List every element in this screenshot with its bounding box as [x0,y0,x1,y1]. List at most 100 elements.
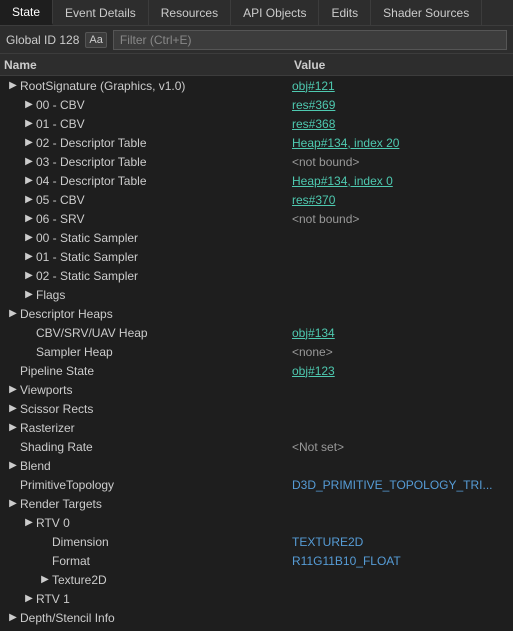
toggle-expand-icon[interactable]: ▶ [6,497,20,511]
tree-row[interactable]: DimensionTEXTURE2D [0,532,513,551]
row-value-label: D3D_PRIMITIVE_TOPOLOGY_TRI... [292,478,497,492]
tree-row[interactable]: Sampler Heap<none> [0,342,513,361]
tree-container[interactable]: ▶RootSignature (Graphics, v1.0)obj#121▶0… [0,76,513,631]
value-cell[interactable]: res#368 [292,117,511,131]
tree-row[interactable]: ▶RTV 1 [0,589,513,608]
toggle-expand-icon[interactable]: ▶ [6,421,20,435]
value-cell: TEXTURE2D [292,535,511,549]
toggle-expand-icon[interactable]: ▶ [6,383,20,397]
name-cell: Sampler Heap [2,345,292,359]
row-value-label: R11G11B10_FLOAT [292,554,405,568]
tree-row[interactable]: PrimitiveTopologyD3D_PRIMITIVE_TOPOLOGY_… [0,475,513,494]
value-cell[interactable]: Heap#134, index 0 [292,174,511,188]
tree-row[interactable]: ▶Depth/Stencil Info [0,608,513,627]
toggle-expand-icon[interactable]: ▶ [22,212,36,226]
tree-row[interactable]: ▶Viewports [0,380,513,399]
value-cell[interactable]: res#369 [292,98,511,112]
toggle-expand-icon[interactable]: ▶ [22,250,36,264]
value-cell[interactable]: obj#134 [292,326,511,340]
toggle-expand-icon[interactable]: ▶ [6,611,20,625]
name-cell: ▶Flags [2,288,292,302]
name-cell: PrimitiveTopology [2,478,292,492]
tree-row[interactable]: ▶Scissor Rects [0,399,513,418]
toggle-expand-icon[interactable]: ▶ [22,269,36,283]
toggle-expand-icon[interactable]: ▶ [22,516,36,530]
toggle-expand-icon[interactable]: ▶ [6,402,20,416]
toggle-expand-icon[interactable]: ▶ [6,459,20,473]
tree-row[interactable]: CBV/SRV/UAV Heapobj#134 [0,323,513,342]
row-value-label: <none> [292,345,337,359]
name-cell: ▶RootSignature (Graphics, v1.0) [2,79,292,93]
row-name-label: Rasterizer [20,421,75,435]
tree-row[interactable]: ▶02 - Static Sampler [0,266,513,285]
tree-row[interactable]: ▶RTV 0 [0,513,513,532]
tree-row[interactable]: ▶Descriptor Heaps [0,304,513,323]
value-cell[interactable]: Heap#134, index 20 [292,136,511,150]
tree-row[interactable]: ▶Texture2D [0,570,513,589]
row-value-label: res#370 [292,193,339,207]
tree-row[interactable]: FormatR11G11B10_FLOAT [0,551,513,570]
tree-row[interactable]: ▶Rasterizer [0,418,513,437]
tree-row[interactable]: ▶Flags [0,285,513,304]
tree-row[interactable]: Pipeline Stateobj#123 [0,361,513,380]
toggle-expand-icon[interactable]: ▶ [22,288,36,302]
toggle-expand-icon[interactable]: ▶ [22,155,36,169]
aa-button[interactable]: Aa [85,32,106,48]
name-cell: ▶Rasterizer [2,421,292,435]
row-value-label: <Not set> [292,440,348,454]
toggle-expand-icon[interactable]: ▶ [22,136,36,150]
tree-row[interactable]: ▶05 - CBVres#370 [0,190,513,209]
name-cell: Format [2,554,292,568]
tree-row[interactable]: ▶Blend [0,456,513,475]
tab-shader-sources[interactable]: Shader Sources [371,0,482,25]
toggle-expand-icon[interactable]: ▶ [22,193,36,207]
tab-edits[interactable]: Edits [319,0,371,25]
toggle-expand-icon[interactable]: ▶ [22,98,36,112]
tab-state[interactable]: State [0,0,53,25]
tree-row[interactable]: ▶03 - Descriptor Table<not bound> [0,152,513,171]
row-name-label: 06 - SRV [36,212,84,226]
toggle-expand-icon[interactable]: ▶ [6,79,20,93]
tab-api-objects[interactable]: API Objects [231,0,319,25]
tab-event-details[interactable]: Event Details [53,0,149,25]
tab-resources[interactable]: Resources [149,0,231,25]
tree-row[interactable]: ▶01 - Static Sampler [0,247,513,266]
row-name-label: 02 - Static Sampler [36,269,138,283]
tree-row[interactable]: ▶00 - CBVres#369 [0,95,513,114]
filter-input[interactable] [113,30,507,50]
tree-row[interactable]: ▶06 - SRV<not bound> [0,209,513,228]
tree-row[interactable]: Shading Rate<Not set> [0,437,513,456]
row-name-label: RootSignature (Graphics, v1.0) [20,79,185,93]
row-name-label: Flags [36,288,65,302]
tree-row[interactable]: ▶00 - Static Sampler [0,228,513,247]
value-cell[interactable]: obj#121 [292,79,511,93]
name-cell: ▶Viewports [2,383,292,397]
tab-bar: State Event Details Resources API Object… [0,0,513,26]
value-cell[interactable]: obj#123 [292,364,511,378]
col-value-header: Value [294,58,509,72]
toggle-expand-icon[interactable]: ▶ [22,174,36,188]
toggle-expand-icon[interactable]: ▶ [38,573,52,587]
toggle-expand-icon[interactable]: ▶ [6,307,20,321]
toggle-expand-icon[interactable]: ▶ [22,592,36,606]
name-cell: ▶00 - Static Sampler [2,231,292,245]
toggle-expand-icon[interactable]: ▶ [22,231,36,245]
row-name-label: 02 - Descriptor Table [36,136,147,150]
name-cell: ▶05 - CBV [2,193,292,207]
value-cell[interactable]: res#370 [292,193,511,207]
tree-row[interactable]: ▶RootSignature (Graphics, v1.0)obj#121 [0,76,513,95]
row-name-label: Blend [20,459,51,473]
name-cell: ▶Texture2D [2,573,292,587]
table-header: Name Value [0,54,513,76]
toggle-expand-icon[interactable]: ▶ [22,117,36,131]
tree-row[interactable]: ▶04 - Descriptor TableHeap#134, index 0 [0,171,513,190]
col-name-header: Name [4,58,294,72]
name-cell: ▶02 - Static Sampler [2,269,292,283]
row-name-label: Descriptor Heaps [20,307,113,321]
value-cell: <not bound> [292,155,511,169]
tree-row[interactable]: ▶02 - Descriptor Table Heap#134, index 20 [0,133,513,152]
row-value-label: obj#121 [292,79,339,93]
tree-row[interactable]: ▶Render Targets [0,494,513,513]
tree-row[interactable]: ▶01 - CBVres#368 [0,114,513,133]
name-cell: ▶06 - SRV [2,212,292,226]
